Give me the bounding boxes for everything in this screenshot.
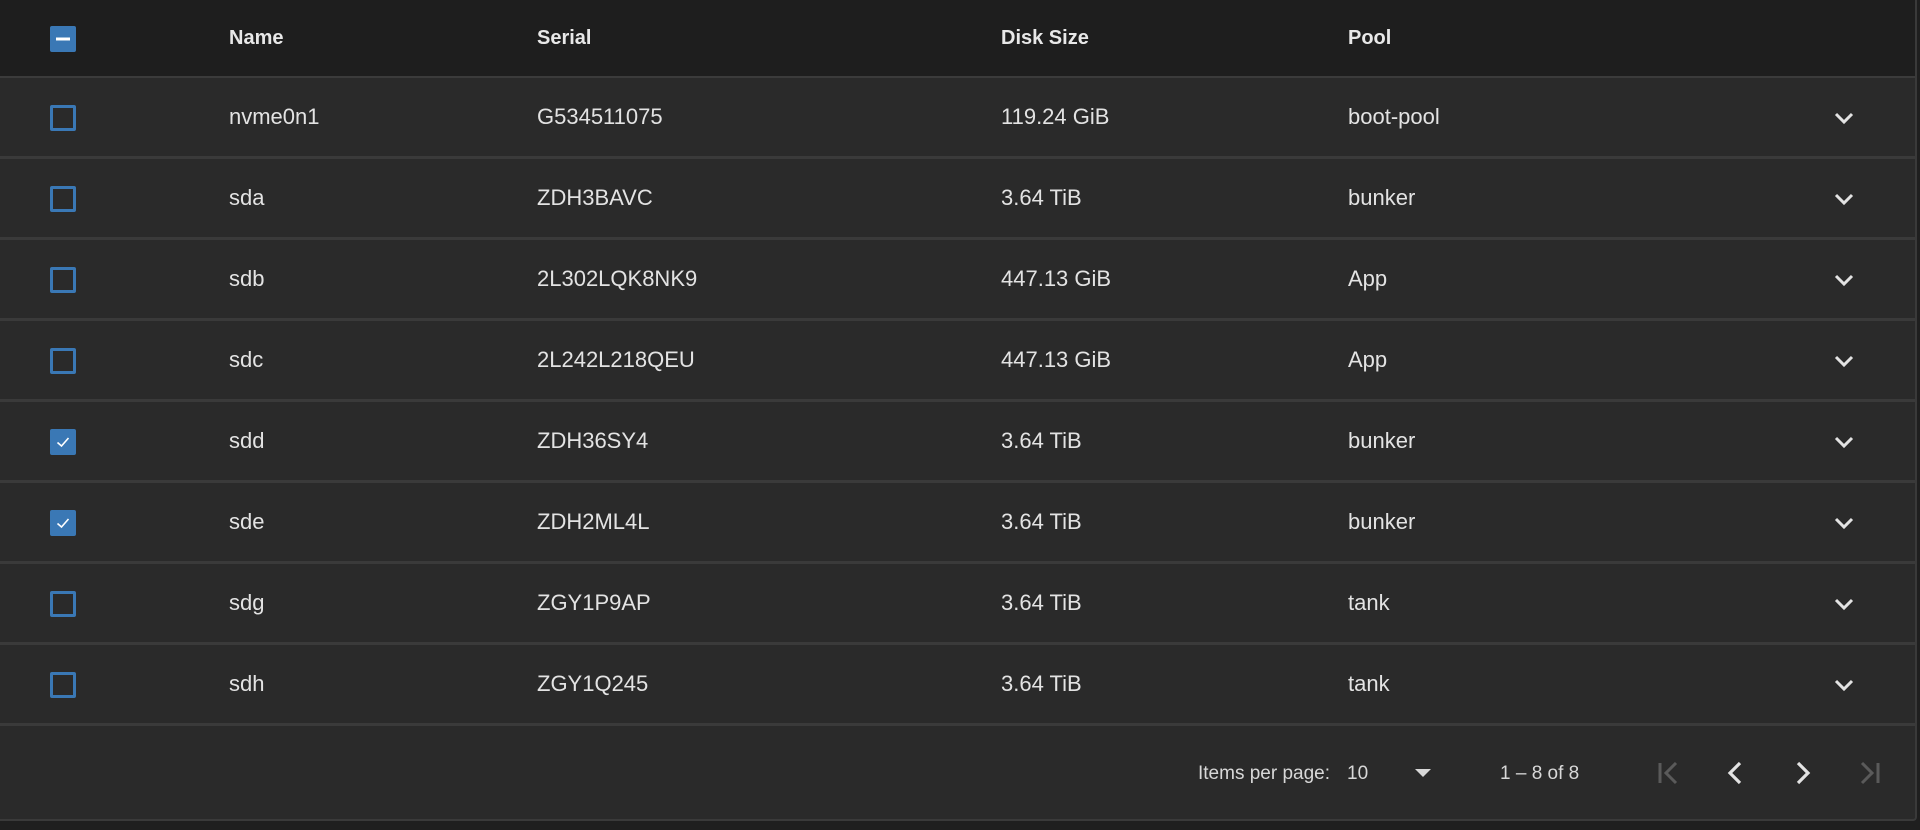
column-header-disk-size[interactable]: Disk Size (1001, 0, 1089, 76)
disk-size: 447.13 GiB (1001, 266, 1112, 291)
expand-row-button[interactable] (1828, 426, 1860, 458)
disks-table: Name Serial Disk Size Pool nvme0n1 G53451… (0, 0, 1917, 821)
disk-size: 3.64 TiB (1001, 185, 1082, 210)
checkmark-icon (56, 437, 70, 448)
disk-name: sdc (229, 347, 264, 372)
table-row[interactable]: sdb 2L302LQK8NK9 447.13 GiB App (0, 240, 1915, 321)
chevron-down-icon (1834, 517, 1854, 530)
table-row[interactable]: sdg ZGY1P9AP 3.64 TiB tank (0, 564, 1915, 645)
disk-pool: bunker (1348, 428, 1416, 453)
expand-row-button[interactable] (1828, 588, 1860, 620)
table-row[interactable]: sde ZDH2ML4L 3.64 TiB bunker (0, 483, 1915, 564)
table-row[interactable]: sdh ZGY1Q245 3.64 TiB tank (0, 645, 1915, 726)
disk-serial: ZDH36SY4 (537, 428, 649, 453)
row-checkbox[interactable] (50, 510, 76, 536)
disk-size: 3.64 TiB (1001, 428, 1082, 453)
disk-pool: App (1348, 347, 1388, 372)
chevron-right-icon (1796, 761, 1811, 785)
chevron-down-icon (1834, 355, 1854, 368)
row-checkbox[interactable] (50, 591, 76, 617)
chevron-down-icon (1834, 598, 1854, 611)
previous-page-button[interactable] (1714, 751, 1758, 795)
chevron-down-icon (1834, 436, 1854, 449)
row-checkbox[interactable] (50, 672, 76, 698)
table-row[interactable]: nvme0n1 G534511075 119.24 GiB boot-pool (0, 78, 1915, 159)
indeterminate-checkbox-icon (56, 37, 70, 41)
expand-row-button[interactable] (1828, 183, 1860, 215)
disk-size: 3.64 TiB (1001, 509, 1082, 534)
disk-serial: 2L242L218QEU (537, 347, 695, 372)
chevron-down-icon (1834, 193, 1854, 206)
disk-name: nvme0n1 (229, 104, 320, 129)
items-per-page-value: 10 (1347, 763, 1369, 784)
disk-name: sdd (229, 428, 265, 453)
disk-size: 119.24 GiB (1001, 104, 1110, 129)
select-all-checkbox[interactable] (50, 26, 76, 52)
first-page-icon (1658, 761, 1678, 785)
disk-serial: ZGY1Q245 (537, 671, 649, 696)
expand-row-button[interactable] (1828, 669, 1860, 701)
expand-row-button[interactable] (1828, 507, 1860, 539)
table-row[interactable]: sdc 2L242L218QEU 447.13 GiB App (0, 321, 1915, 402)
column-header-serial[interactable]: Serial (537, 0, 591, 76)
disk-pool: boot-pool (1348, 104, 1440, 129)
disk-size: 3.64 TiB (1001, 671, 1082, 696)
column-header-pool[interactable]: Pool (1348, 0, 1391, 76)
row-checkbox[interactable] (50, 186, 76, 212)
disk-name: sdg (229, 590, 265, 615)
disk-name: sde (229, 509, 265, 534)
first-page-button[interactable] (1648, 751, 1692, 795)
disk-name: sdb (229, 266, 265, 291)
chevron-down-icon (1834, 274, 1854, 287)
last-page-button[interactable] (1846, 751, 1890, 795)
chevron-left-icon (1727, 761, 1742, 785)
row-checkbox[interactable] (50, 348, 76, 374)
disk-serial: 2L302LQK8NK9 (537, 266, 698, 291)
row-checkbox[interactable] (50, 429, 76, 455)
table-row[interactable]: sdd ZDH36SY4 3.64 TiB bunker (0, 402, 1915, 483)
chevron-down-icon (1834, 679, 1854, 692)
expand-row-button[interactable] (1828, 345, 1860, 377)
disk-pool: bunker (1348, 509, 1416, 534)
disk-pool: tank (1348, 590, 1390, 615)
row-checkbox[interactable] (50, 267, 76, 293)
disk-pool: bunker (1348, 185, 1416, 210)
items-per-page-select[interactable]: 10 (1347, 755, 1439, 791)
checkmark-icon (56, 518, 70, 529)
disk-pool: tank (1348, 671, 1390, 696)
items-per-page-label: Items per page: (1198, 763, 1331, 784)
table-header-row: Name Serial Disk Size Pool (0, 0, 1915, 78)
next-page-button[interactable] (1780, 751, 1824, 795)
disk-serial: ZGY1P9AP (537, 590, 651, 615)
disk-size: 3.64 TiB (1001, 590, 1082, 615)
dropdown-arrow-icon (1415, 769, 1431, 777)
disk-serial: ZDH2ML4L (537, 509, 650, 534)
disk-pool: App (1348, 266, 1388, 291)
disk-size: 447.13 GiB (1001, 347, 1112, 372)
row-checkbox[interactable] (50, 105, 76, 131)
page-range-label: 1 – 8 of 8 (1500, 763, 1580, 784)
disk-name: sdh (229, 671, 265, 696)
disk-serial: ZDH3BAVC (537, 185, 653, 210)
expand-row-button[interactable] (1828, 102, 1860, 134)
last-page-icon (1860, 761, 1880, 785)
disk-serial: G534511075 (537, 104, 663, 129)
paginator: Items per page: 10 1 – 8 of 8 (0, 729, 1915, 819)
disk-name: sda (229, 185, 265, 210)
column-header-name[interactable]: Name (229, 0, 283, 76)
table-row[interactable]: sda ZDH3BAVC 3.64 TiB bunker (0, 159, 1915, 240)
expand-row-button[interactable] (1828, 264, 1860, 296)
chevron-down-icon (1834, 112, 1854, 125)
